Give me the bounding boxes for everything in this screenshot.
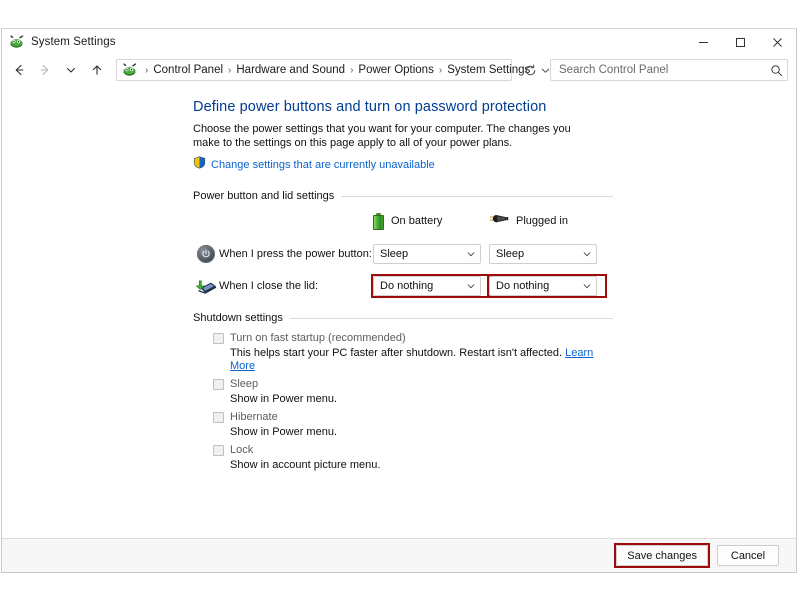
- battery-icon: [373, 212, 384, 230]
- setting-row-close-lid: When I close the lid: Do nothing Do noth…: [193, 272, 613, 300]
- window-controls: [685, 29, 796, 55]
- maximize-button[interactable]: [722, 29, 759, 55]
- save-changes-button[interactable]: Save changes: [616, 545, 708, 566]
- list-item: Hibernate Show in Power menu.: [193, 411, 613, 439]
- sublabel-text: This helps start your PC faster after sh…: [230, 347, 563, 359]
- checkbox-label: Lock: [230, 444, 254, 456]
- breadcrumb-item-hardware-and-sound[interactable]: Hardware and Sound: [234, 64, 347, 76]
- control-panel-icon: [9, 34, 25, 50]
- uac-shield-icon: [193, 156, 206, 174]
- save-changes-highlight: Save changes: [614, 543, 710, 568]
- list-item: Sleep Show in Power menu.: [193, 378, 613, 406]
- breadcrumb-separator: ›: [145, 64, 149, 76]
- close-button[interactable]: [759, 29, 796, 55]
- dropdown-value: Sleep: [496, 248, 525, 260]
- footer-button-bar: Save changes Cancel: [2, 539, 796, 572]
- breadcrumb-separator: ›: [438, 64, 443, 76]
- checkbox-fast-startup[interactable]: [213, 333, 224, 344]
- column-plugged-in-label: Plugged in: [516, 215, 568, 227]
- dropdown-power-button-on-battery[interactable]: Sleep: [373, 244, 481, 264]
- refresh-icon[interactable]: [518, 59, 542, 81]
- navigation-toolbar: › Control Panel › Hardware and Sound › P…: [2, 55, 796, 85]
- breadcrumb-item-control-panel[interactable]: Control Panel: [151, 64, 225, 76]
- forward-button[interactable]: [32, 58, 58, 82]
- checkbox-label: Sleep: [230, 378, 259, 390]
- chevron-down-icon: [462, 249, 480, 259]
- dropdown-close-lid-on-battery[interactable]: Do nothing: [373, 276, 481, 296]
- checkbox-sublabel-hibernate: Show in Power menu.: [230, 426, 337, 438]
- breadcrumb-item-power-options[interactable]: Power Options: [356, 64, 435, 76]
- address-bar[interactable]: › Control Panel › Hardware and Sound › P…: [116, 59, 550, 81]
- shutdown-options-list: Turn on fast startup (recommended) This …: [193, 332, 613, 472]
- settings-pane: Define power buttons and turn on passwor…: [193, 99, 613, 472]
- power-plug-icon: [489, 212, 509, 230]
- dropdown-wrap-close-lid-plugged-in: Do nothing: [487, 274, 607, 298]
- group-header-shutdown-settings: Shutdown settings: [193, 312, 613, 324]
- column-on-battery-label: On battery: [391, 215, 443, 227]
- checkbox-sublabel-fast-startup: This helps start your PC faster after sh…: [230, 347, 613, 373]
- title-bar: System Settings: [2, 29, 796, 55]
- content-area: Define power buttons and turn on passwor…: [2, 85, 796, 572]
- group-label: Shutdown settings: [193, 312, 283, 324]
- breadcrumb-separator: ›: [228, 64, 232, 76]
- system-settings-window: System Settings › Control Panel › Hardwa…: [1, 28, 797, 573]
- dropdown-value: Do nothing: [496, 280, 550, 292]
- group-header-power-button-and-lid-settings: Power button and lid settings: [193, 190, 613, 202]
- page-title: Define power buttons and turn on passwor…: [193, 99, 547, 115]
- column-plugged-in: Plugged in: [489, 212, 605, 230]
- power-source-column-headers: On battery Plugged in: [193, 210, 613, 232]
- dropdown-wrap-power-button-plugged-in: Sleep: [489, 244, 605, 264]
- dropdown-value: Sleep: [380, 248, 409, 260]
- dropdown-power-button-plugged-in[interactable]: Sleep: [489, 244, 597, 264]
- setting-label-close-lid: When I close the lid:: [219, 280, 319, 292]
- dropdown-wrap-power-button-on-battery: Sleep: [373, 244, 489, 264]
- laptop-lid-icon: [193, 277, 219, 295]
- search-input[interactable]: [551, 64, 765, 76]
- cancel-button[interactable]: Cancel: [717, 545, 779, 566]
- breadcrumb-separator: ›: [350, 64, 354, 76]
- up-button[interactable]: [84, 58, 110, 82]
- uac-link-label[interactable]: Change settings that are currently unava…: [211, 159, 435, 171]
- checkbox-row-hibernate[interactable]: Hibernate: [193, 411, 613, 424]
- dropdown-wrap-close-lid-on-battery: Do nothing: [371, 274, 491, 298]
- checkbox-hibernate[interactable]: [213, 412, 224, 423]
- list-item: Turn on fast startup (recommended) This …: [193, 332, 613, 373]
- checkbox-row-sleep[interactable]: Sleep: [193, 378, 613, 391]
- dropdown-value: Do nothing: [380, 280, 434, 292]
- setting-row-power-button: When I press the power button: Sleep Sle…: [193, 240, 613, 268]
- breadcrumb-control-panel-icon: [122, 62, 138, 78]
- cancel-wrap: Cancel: [717, 545, 779, 566]
- checkbox-label: Turn on fast startup (recommended): [230, 332, 406, 344]
- checkbox-row-fast-startup[interactable]: Turn on fast startup (recommended): [193, 332, 613, 345]
- checkbox-sleep[interactable]: [213, 379, 224, 390]
- checkbox-label: Hibernate: [230, 411, 278, 423]
- checkbox-sublabel-sleep: Show in Power menu.: [230, 393, 337, 405]
- group-label: Power button and lid settings: [193, 190, 335, 202]
- dropdown-close-lid-plugged-in[interactable]: Do nothing: [489, 276, 597, 296]
- checkbox-lock[interactable]: [213, 445, 224, 456]
- search-icon[interactable]: [765, 64, 787, 77]
- page-description: Choose the power settings that you want …: [193, 123, 571, 149]
- power-button-icon: [193, 245, 219, 263]
- setting-label-power-button: When I press the power button:: [219, 248, 372, 260]
- list-item: Lock Show in account picture menu.: [193, 444, 613, 472]
- chevron-down-icon: [578, 281, 596, 291]
- chevron-down-icon: [578, 249, 596, 259]
- window-title: System Settings: [31, 36, 116, 48]
- checkbox-sublabel-lock: Show in account picture menu.: [230, 459, 381, 471]
- uac-change-settings-link[interactable]: Change settings that are currently unava…: [193, 156, 613, 174]
- chevron-down-icon: [462, 281, 480, 291]
- back-button[interactable]: [6, 58, 32, 82]
- group-divider: [341, 195, 613, 197]
- search-box[interactable]: [550, 59, 788, 81]
- minimize-button[interactable]: [685, 29, 722, 55]
- checkbox-row-lock[interactable]: Lock: [193, 444, 613, 457]
- recent-locations-chevron-down-icon[interactable]: [58, 58, 84, 82]
- column-on-battery: On battery: [373, 212, 489, 230]
- group-divider: [289, 317, 613, 319]
